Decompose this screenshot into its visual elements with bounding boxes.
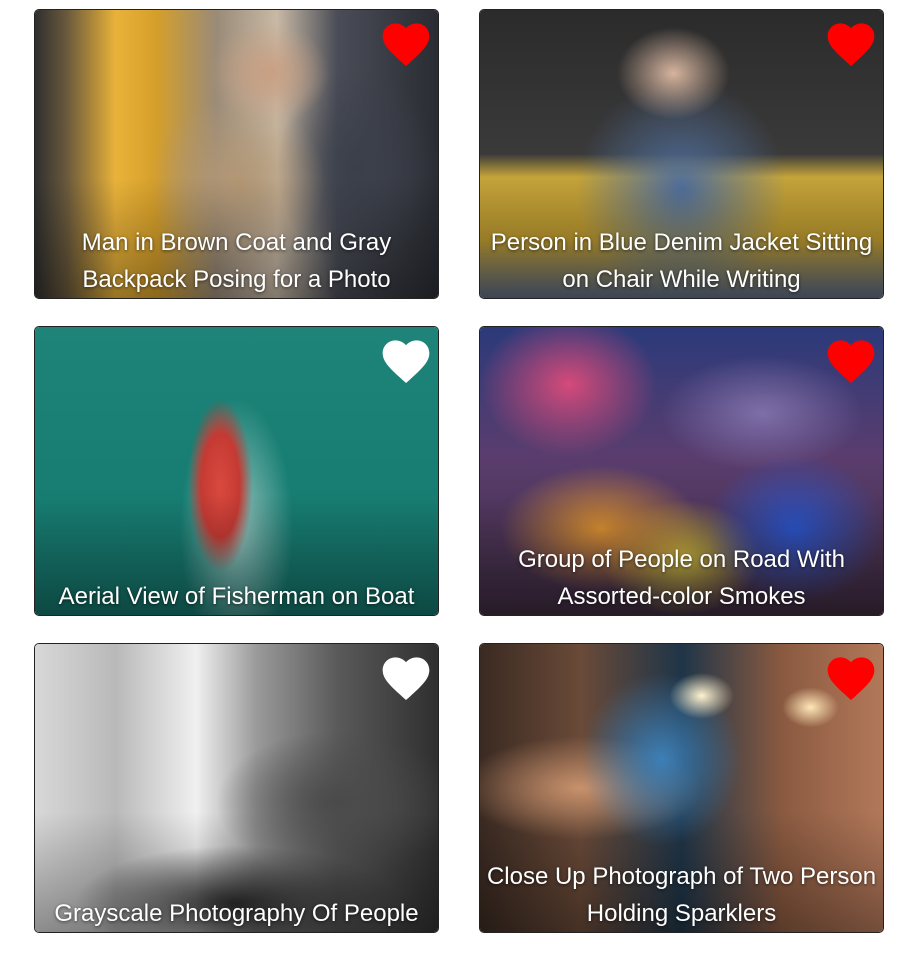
photo-card[interactable]: Person in Blue Denim Jacket Sitting on C… <box>479 9 884 299</box>
photo-gallery: Man in Brown Coat and Gray Backpack Posi… <box>0 0 921 953</box>
heart-icon[interactable] <box>823 333 879 385</box>
photo-caption: Aerial View of Fisherman on Boat <box>58 583 415 610</box>
heart-icon[interactable] <box>823 650 879 702</box>
heart-icon[interactable] <box>378 650 434 702</box>
photo-caption: Group of People on Road With Assorted-co… <box>518 546 845 610</box>
photo-card[interactable]: Grayscale Photography Of People <box>34 643 439 933</box>
heart-icon[interactable] <box>378 16 434 68</box>
photo-card[interactable]: Group of People on Road With Assorted-co… <box>479 326 884 616</box>
photo-card[interactable]: Man in Brown Coat and Gray Backpack Posi… <box>34 9 439 299</box>
heart-icon[interactable] <box>823 16 879 68</box>
photo-card[interactable]: Close Up Photograph of Two Person Holdin… <box>479 643 884 933</box>
photo-card[interactable]: Aerial View of Fisherman on Boat <box>34 326 439 616</box>
photo-caption: Man in Brown Coat and Gray Backpack Posi… <box>81 229 392 293</box>
photo-caption: Close Up Photograph of Two Person Holdin… <box>486 863 877 927</box>
photo-caption: Grayscale Photography Of People <box>54 900 419 927</box>
heart-icon[interactable] <box>378 333 434 385</box>
photo-caption: Person in Blue Denim Jacket Sitting on C… <box>490 229 873 293</box>
